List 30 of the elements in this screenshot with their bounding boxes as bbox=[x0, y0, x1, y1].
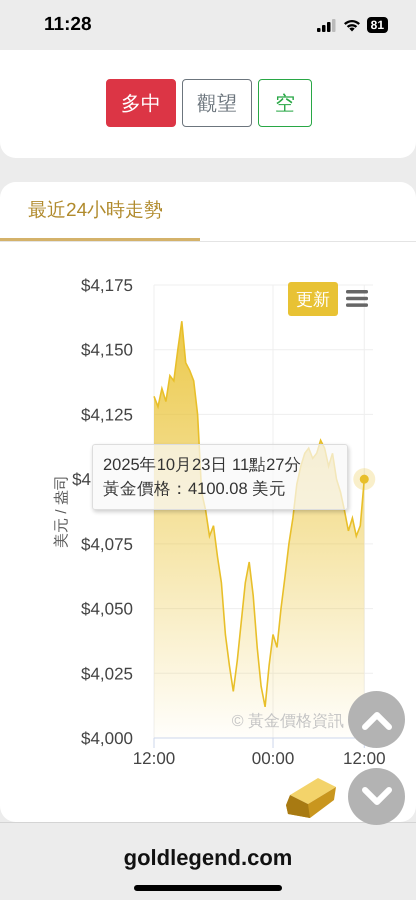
y-axis-label: $4,175 bbox=[81, 276, 133, 295]
refresh-button[interactable]: 更新 bbox=[288, 282, 338, 316]
point-marker bbox=[353, 468, 376, 490]
ingot-icon bbox=[286, 778, 336, 818]
tooltip-text: 2025年10月23日 11點27分 bbox=[103, 455, 302, 476]
clock: 11:28 bbox=[44, 14, 92, 36]
y-axis-label: $4,050 bbox=[81, 600, 133, 619]
tooltip-text: 黃金價格：4100.08 美元 bbox=[103, 479, 288, 500]
battery-indicator: 81 bbox=[366, 17, 388, 33]
x-axis-label: 00:00 bbox=[252, 749, 294, 768]
y-axis-label: $4 bbox=[72, 470, 91, 490]
x-axis-label: 12:00 bbox=[132, 749, 176, 768]
y-axis-label: $4,075 bbox=[81, 534, 133, 554]
chart-credits: © 黃金價格資訊 bbox=[232, 713, 344, 730]
menu-icon[interactable] bbox=[346, 290, 368, 307]
y-axis-label: $4,025 bbox=[81, 664, 133, 684]
y-axis-label: $4,000 bbox=[81, 729, 133, 748]
site-domain: goldlegend.com bbox=[124, 845, 292, 871]
signal-button[interactable]: 觀望 bbox=[182, 79, 252, 127]
chevron-down-icon bbox=[362, 786, 392, 806]
signal-button[interactable]: 空 bbox=[258, 79, 312, 127]
chart-tab[interactable]: 最近24小時走勢 bbox=[0, 182, 200, 241]
y-axis-label: $4,125 bbox=[81, 405, 133, 424]
y-axis-title: 美元 / 盎司 bbox=[53, 475, 70, 548]
y-axis-label: $4,150 bbox=[81, 340, 133, 360]
chevron-up-icon bbox=[362, 710, 392, 730]
x-axis-label: 12:00 bbox=[343, 749, 386, 768]
signal-button[interactable]: 多中 bbox=[106, 79, 176, 127]
wifi-icon bbox=[342, 18, 361, 32]
signal-icon bbox=[316, 18, 337, 32]
